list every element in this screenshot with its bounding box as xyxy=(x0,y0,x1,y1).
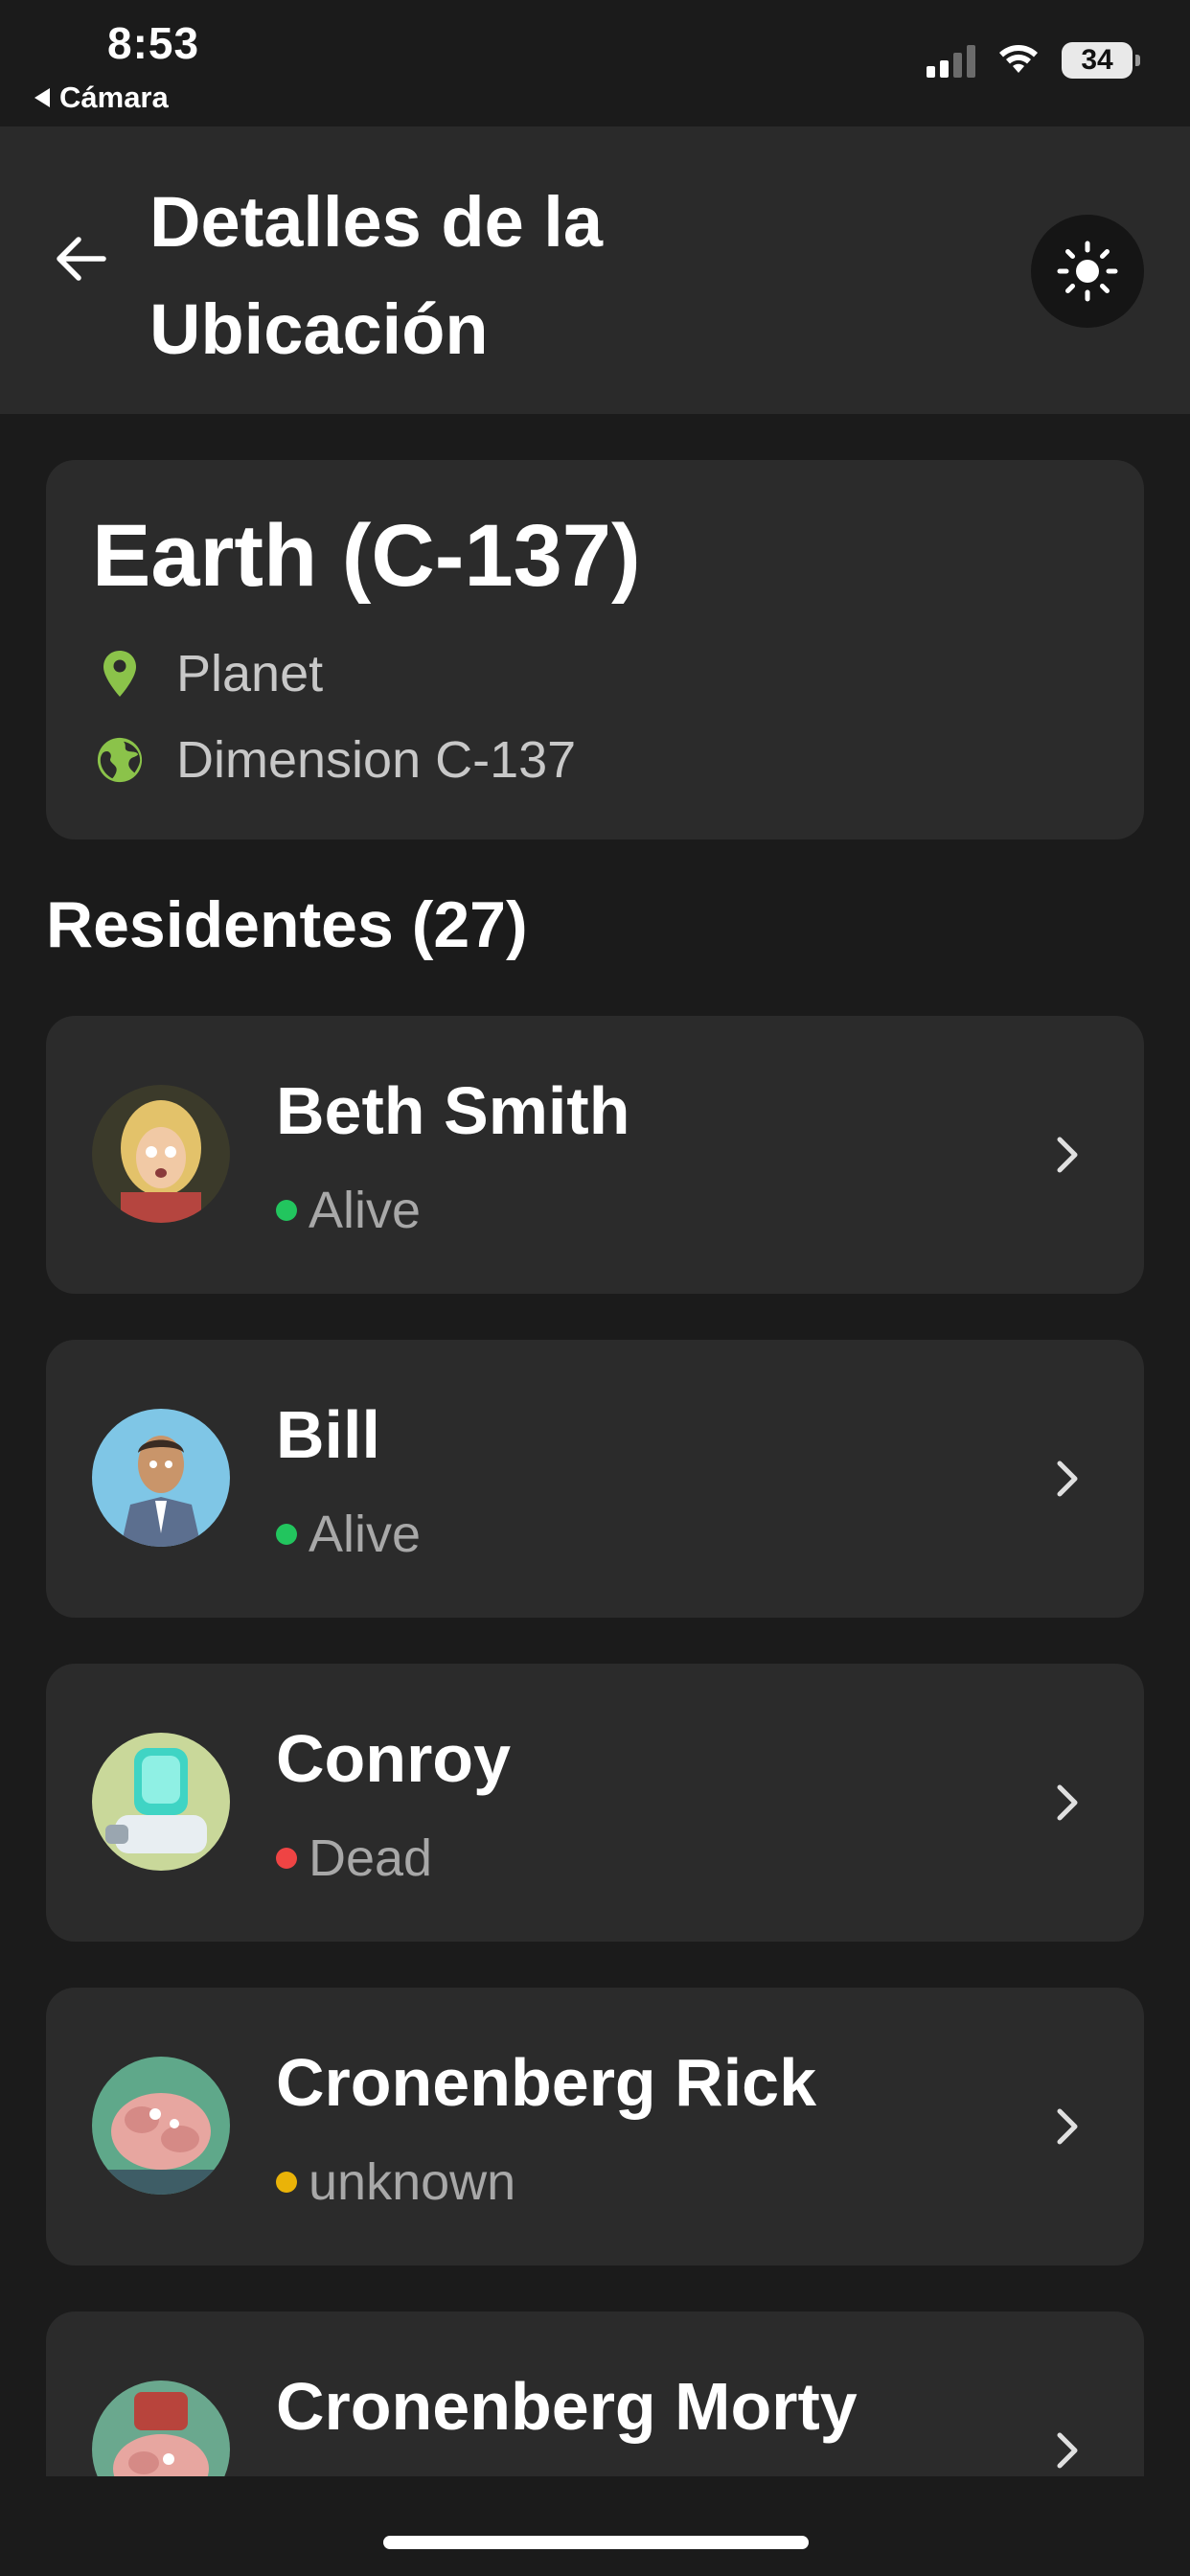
resident-status: unknown xyxy=(276,2152,515,2212)
resident-status: Alive xyxy=(276,1181,421,1240)
theme-toggle-button[interactable] xyxy=(1031,215,1144,328)
chevron-right-icon xyxy=(1048,2425,1087,2476)
sun-icon xyxy=(1057,241,1118,302)
home-indicator[interactable] xyxy=(383,2536,809,2549)
resident-card[interactable]: Beth Smith Alive xyxy=(46,1016,1144,1294)
resident-status: Alive xyxy=(276,1505,421,1564)
resident-name: Conroy xyxy=(276,1721,511,1796)
resident-name: Cronenberg Rick xyxy=(276,2045,816,2120)
map-pin-icon xyxy=(96,647,144,701)
resident-avatar xyxy=(92,2057,230,2195)
chevron-right-icon xyxy=(1048,1129,1087,1181)
resident-status-label: Alive xyxy=(309,1506,422,1563)
resident-avatar xyxy=(92,1733,230,1871)
status-dot xyxy=(276,1524,297,1545)
arrow-left-icon xyxy=(57,237,106,281)
cellular-signal-icon xyxy=(927,43,975,78)
resident-status-label: Alive xyxy=(309,1182,422,1239)
back-app-label: Cámara xyxy=(59,80,169,114)
resident-status-label: unknown xyxy=(309,2153,516,2211)
location-card: Earth (C-137) Planet Dimension C-137 xyxy=(46,460,1144,840)
back-triangle-icon xyxy=(34,88,50,107)
resident-avatar xyxy=(92,1409,230,1547)
status-indicators: 34 xyxy=(927,42,1140,79)
chevron-right-icon xyxy=(1048,1777,1087,1828)
app-header: Detalles de la Ubicación xyxy=(0,126,1190,414)
battery-icon: 34 xyxy=(1062,42,1140,79)
back-button[interactable] xyxy=(46,224,115,293)
residents-list: Beth Smith Alive Bill Alive Conroy Dead … xyxy=(46,1016,1144,2476)
globe-icon xyxy=(96,733,144,787)
status-bar: 8:53 Cámara 34 xyxy=(0,0,1190,126)
resident-avatar xyxy=(92,2380,230,2476)
location-type-row: Planet xyxy=(96,644,323,703)
resident-avatar xyxy=(92,1085,230,1223)
back-to-app-link[interactable]: Cámara xyxy=(34,80,169,115)
location-dimension-row: Dimension C-137 xyxy=(96,730,576,790)
wifi-icon xyxy=(999,45,1038,73)
location-name: Earth (C-137) xyxy=(92,507,641,605)
residents-section-title: Residentes (27) xyxy=(46,888,528,961)
chevron-right-icon xyxy=(1048,2101,1087,2152)
chevron-right-icon xyxy=(1048,1453,1087,1505)
status-dot xyxy=(276,2172,297,2193)
location-dimension: Dimension C-137 xyxy=(176,731,577,789)
status-dot xyxy=(276,1200,297,1221)
resident-card[interactable]: Cronenberg Morty xyxy=(46,2312,1144,2476)
resident-status-label: Dead xyxy=(309,1829,433,1887)
resident-name: Beth Smith xyxy=(276,1073,630,1148)
resident-status: Dead xyxy=(276,1828,432,1888)
resident-card[interactable]: Bill Alive xyxy=(46,1340,1144,1618)
resident-card[interactable]: Conroy Dead xyxy=(46,1664,1144,1942)
status-dot xyxy=(276,1848,297,1869)
resident-name: Cronenberg Morty xyxy=(276,2369,858,2444)
page-title: Detalles de la Ubicación xyxy=(149,182,604,369)
resident-card[interactable]: Cronenberg Rick unknown xyxy=(46,1988,1144,2266)
location-type: Planet xyxy=(176,645,324,702)
resident-name: Bill xyxy=(276,1397,380,1472)
status-time: 8:53 xyxy=(107,18,200,68)
